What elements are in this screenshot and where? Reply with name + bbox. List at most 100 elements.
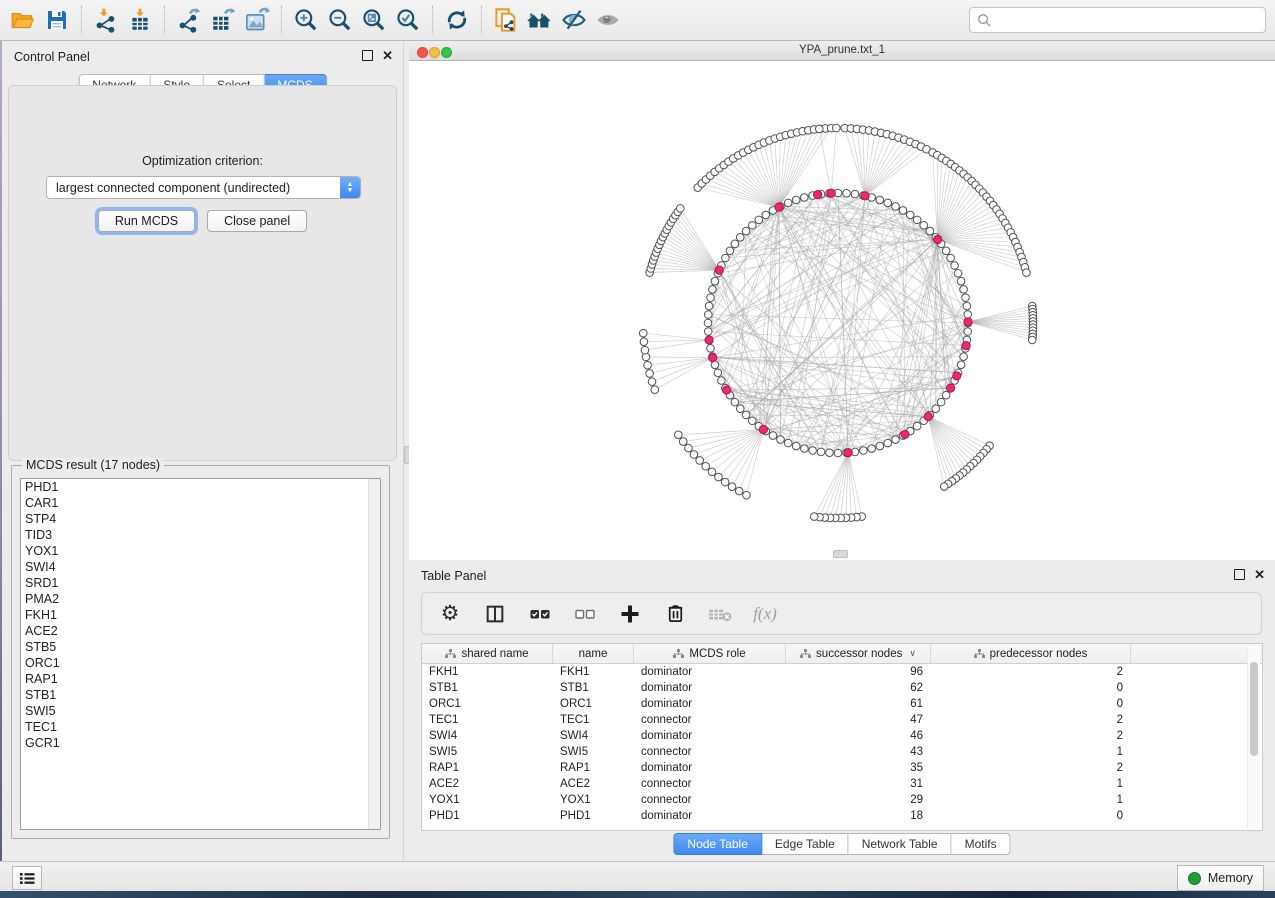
save-session-icon[interactable] (40, 4, 74, 36)
table-cell: dominator (634, 808, 786, 824)
import-network-icon[interactable] (89, 4, 123, 36)
result-node-item[interactable]: FKH1 (21, 607, 380, 623)
result-node-item[interactable]: YOX1 (21, 543, 380, 559)
zoom-selected-icon[interactable] (391, 4, 425, 36)
result-node-item[interactable]: ORC1 (21, 655, 380, 671)
toolbar-separator (481, 6, 482, 34)
mcds-hub-node[interactable] (814, 191, 822, 199)
result-node-item[interactable]: CAR1 (21, 495, 380, 511)
table-tab-edge-table[interactable]: Edge Table (762, 833, 849, 855)
result-node-item[interactable]: SWI5 (21, 703, 380, 719)
result-node-item[interactable]: TID3 (21, 527, 380, 543)
result-node-item[interactable]: RAP1 (21, 671, 380, 687)
column-header-MCDS-role[interactable]: MCDS role (634, 644, 786, 663)
network-splitter-handle[interactable] (833, 550, 848, 558)
mcds-hub-node[interactable] (709, 354, 717, 362)
mcds-hub-node[interactable] (861, 192, 869, 200)
hide-selected-icon[interactable] (557, 4, 591, 36)
result-node-item[interactable]: GCR1 (21, 735, 380, 751)
result-node-item[interactable]: TEC1 (21, 719, 380, 735)
result-node-item[interactable]: PHD1 (21, 479, 380, 495)
column-header-predecessor-nodes[interactable]: predecessor nodes (931, 644, 1131, 663)
table-tab-network-table[interactable]: Network Table (849, 833, 952, 855)
mcds-hub-node[interactable] (962, 341, 970, 349)
float-table-panel-icon[interactable] (1234, 569, 1245, 580)
mcds-hub-node[interactable] (946, 384, 954, 392)
table-tab-node-table[interactable]: Node Table (673, 833, 762, 855)
export-network-icon[interactable] (172, 4, 206, 36)
table-row[interactable]: ORC1ORC1dominator610 (422, 696, 1262, 712)
add-column-icon[interactable] (616, 600, 644, 628)
search-input[interactable] (996, 9, 1265, 31)
import-table-icon[interactable] (123, 4, 157, 36)
table-cell: 47 (786, 712, 931, 728)
mcds-hub-node[interactable] (715, 266, 723, 274)
mcds-hub-node[interactable] (901, 430, 909, 438)
table-row[interactable]: SWI5SWI5connector431 (422, 744, 1262, 760)
mcds-hub-node[interactable] (759, 425, 767, 433)
column-header-name[interactable]: name (553, 644, 634, 663)
result-node-item[interactable]: STB1 (21, 687, 380, 703)
new-network-from-selection-icon[interactable] (489, 4, 523, 36)
apply-layout-icon[interactable] (440, 4, 474, 36)
mcds-hub-node[interactable] (933, 235, 941, 243)
column-settings-icon[interactable]: ⚙ (436, 600, 464, 628)
result-list-scrollbar[interactable] (368, 479, 380, 829)
first-neighbors-icon[interactable] (523, 4, 557, 36)
show-columns-icon[interactable] (481, 600, 509, 628)
mcds-result-list[interactable]: PHD1CAR1STP4TID3YOX1SWI4SRD1PMA2FKH1ACE2… (20, 478, 381, 830)
deselect-all-icon[interactable] (571, 600, 599, 628)
mcds-hub-node[interactable] (827, 189, 835, 197)
result-node-item[interactable]: STB5 (21, 639, 380, 655)
network-canvas[interactable] (409, 61, 1275, 560)
mcds-hub-node[interactable] (722, 386, 730, 394)
mcds-hub-node[interactable] (964, 318, 972, 326)
mcds-hub-node[interactable] (844, 448, 852, 456)
result-node-item[interactable]: PMA2 (21, 591, 380, 607)
search-field[interactable] (969, 7, 1266, 33)
close-table-panel-icon[interactable]: ✕ (1254, 569, 1265, 580)
open-session-icon[interactable] (6, 4, 40, 36)
zoom-in-icon[interactable] (289, 4, 323, 36)
function-builder-icon[interactable]: f(x) (751, 600, 779, 628)
table-row[interactable]: YOX1YOX1connector291 (422, 792, 1262, 808)
result-node-item[interactable]: STP4 (21, 511, 380, 527)
delete-column-icon[interactable] (661, 600, 689, 628)
delete-table-icon[interactable] (706, 600, 734, 628)
table-row[interactable]: TEC1TEC1connector472 (422, 712, 1262, 728)
task-history-button[interactable] (12, 866, 42, 890)
column-header-successor-nodes[interactable]: successor nodes∨ (786, 644, 931, 663)
table-row[interactable]: STB1STB1dominator620 (422, 680, 1262, 696)
result-node-item[interactable]: SWI4 (21, 559, 380, 575)
mcds-hub-node[interactable] (775, 203, 783, 211)
select-all-icon[interactable] (526, 600, 554, 628)
table-tab-motifs[interactable]: Motifs (952, 833, 1011, 855)
result-node-item[interactable]: ACE2 (21, 623, 380, 639)
close-panel-icon[interactable]: ✕ (382, 50, 393, 61)
export-table-icon[interactable] (206, 4, 240, 36)
network-graph[interactable] (409, 61, 1275, 560)
table-row[interactable]: FKH1FKH1dominator962 (422, 664, 1262, 680)
float-panel-icon[interactable] (362, 50, 373, 61)
mcds-hub-node[interactable] (924, 412, 932, 420)
column-header-shared-name[interactable]: shared name (422, 644, 553, 663)
close-panel-button[interactable]: Close panel (207, 210, 307, 232)
table-row[interactable]: ACE2ACE2connector311 (422, 776, 1262, 792)
zoom-fit-icon[interactable] (357, 4, 391, 36)
memory-button[interactable]: Memory (1177, 865, 1264, 891)
network-titlebar: YPA_prune.txt_1 (409, 41, 1275, 61)
table-scrollbar-thumb[interactable] (1250, 662, 1258, 756)
run-mcds-button[interactable]: Run MCDS (98, 210, 195, 232)
table-row[interactable]: SWI4SWI4dominator462 (422, 728, 1262, 744)
export-image-icon[interactable] (240, 4, 274, 36)
result-node-item[interactable]: SRD1 (21, 575, 380, 591)
mcds-hub-node[interactable] (705, 336, 713, 344)
table-row[interactable]: RAP1RAP1dominator352 (422, 760, 1262, 776)
table-scrollbar[interactable] (1247, 646, 1260, 828)
mcds-hub-node[interactable] (953, 372, 961, 380)
zoom-out-icon[interactable] (323, 4, 357, 36)
show-all-icon[interactable] (591, 4, 625, 36)
table-row[interactable]: PHD1PHD1dominator180 (422, 808, 1262, 824)
criterion-select[interactable]: largest connected component (undirected)… (46, 176, 361, 199)
criterion-value: largest connected component (undirected) (47, 181, 340, 195)
